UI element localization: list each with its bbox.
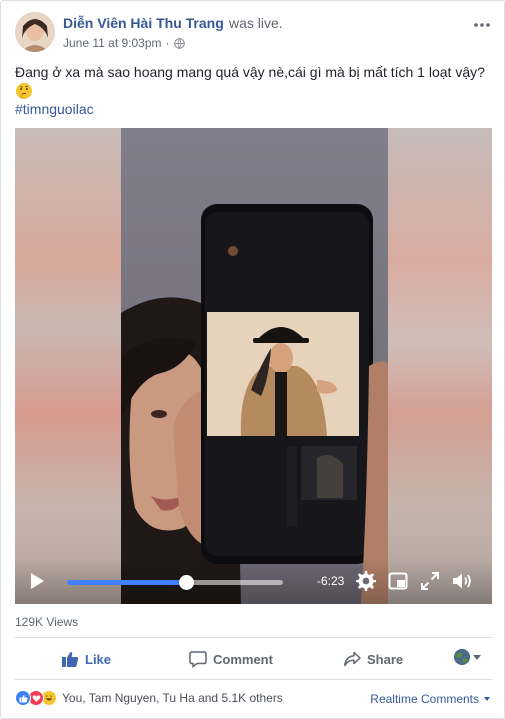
page-avatar-icon (454, 649, 470, 665)
author-name-link[interactable]: Diễn Viên Hài Thu Trang (63, 15, 224, 31)
author-avatar[interactable] (15, 12, 55, 52)
share-label: Share (367, 651, 404, 667)
thinking-face-icon (16, 83, 32, 99)
video-frame (121, 128, 388, 604)
comment-bubble-icon (189, 651, 207, 668)
divider-top (15, 637, 492, 638)
thumbs-up-icon (62, 651, 79, 667)
video-blur-left (15, 128, 121, 604)
post-message: Đang ở xa mà sao hoang mang quá vậy nè,c… (15, 64, 485, 80)
action-bar: Like Comment Share (15, 639, 492, 677)
settings-gear-icon[interactable] (355, 570, 377, 592)
post-card: Diễn Viên Hài Thu Trang was live. June 1… (0, 0, 505, 719)
like-button[interactable]: Like (61, 650, 111, 668)
post-as-selector[interactable] (454, 649, 481, 665)
chevron-down-icon (473, 654, 481, 660)
video-blur-right (388, 128, 492, 604)
share-button[interactable]: Share (343, 650, 403, 668)
fullscreen-icon[interactable] (419, 570, 441, 592)
like-label: Like (85, 651, 112, 667)
progress-fill (67, 580, 186, 585)
chevron-down-icon (484, 697, 490, 701)
progress-track[interactable] (67, 575, 283, 590)
volume-icon[interactable] (451, 570, 473, 592)
reactions-summary[interactable]: You, Tam Nguyen, Tu Ha and 5.1K others (15, 690, 283, 706)
video-controls: -6:23 (15, 558, 492, 604)
comment-order-selector[interactable]: Realtime Comments (370, 692, 490, 706)
time-remaining: -6:23 (317, 574, 345, 588)
view-count[interactable]: 129K Views (15, 615, 78, 629)
post-timestamp[interactable]: June 11 at 9:03pm (63, 36, 162, 50)
progress-scrubber-handle[interactable] (178, 575, 194, 590)
hashtag-link[interactable]: #timnguoilac (15, 101, 94, 117)
meta-separator: · (165, 36, 170, 50)
ellipsis-icon (474, 23, 490, 27)
share-arrow-icon (344, 651, 361, 667)
like-reaction-icon (15, 690, 31, 706)
comment-label: Comment (213, 651, 273, 667)
video-frame-image (121, 128, 388, 604)
comment-order-label: Realtime Comments (370, 692, 479, 706)
picture-in-picture-icon[interactable] (387, 570, 409, 592)
video-player[interactable]: -6:23 (15, 128, 492, 604)
activity-text: was live. (229, 15, 283, 31)
more-options-button[interactable] (474, 11, 490, 32)
reactions-names: You, Tam Nguyen, Tu Ha and 5.1K others (62, 691, 283, 705)
divider-bottom (15, 679, 492, 680)
play-icon[interactable] (31, 573, 44, 589)
globe-audience-icon[interactable] (173, 37, 185, 49)
comment-button[interactable]: Comment (189, 650, 273, 668)
post-meta: June 11 at 9:03pm · (63, 36, 185, 50)
